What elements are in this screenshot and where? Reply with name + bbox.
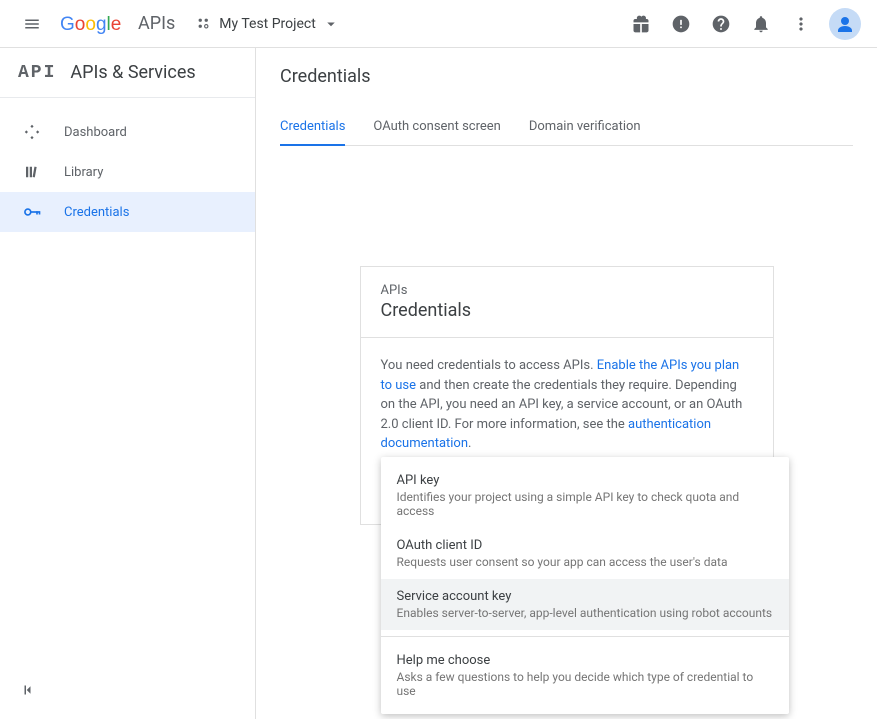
dropdown-item-desc: Identifies your project using a simple A…: [397, 490, 773, 518]
top-bar: Google APIs My Test Project: [0, 0, 877, 48]
card-text: .: [468, 436, 471, 451]
project-icon: [195, 15, 213, 33]
dropdown-item-title: Help me choose: [397, 653, 773, 668]
sidebar-item-dashboard[interactable]: Dashboard: [0, 112, 255, 152]
main-content: Credentials Credentials OAuth consent sc…: [256, 48, 877, 719]
sidebar-item-credentials[interactable]: Credentials: [0, 192, 255, 232]
library-icon: [20, 163, 44, 181]
notifications-button[interactable]: [741, 4, 781, 44]
alert-icon: [671, 14, 691, 34]
sidebar-item-label: Dashboard: [64, 125, 127, 140]
dropdown-item-desc: Enables server-to-server, app-level auth…: [397, 606, 773, 620]
tab-oauth-consent[interactable]: OAuth consent screen: [373, 109, 500, 145]
tabs: Credentials OAuth consent screen Domain …: [280, 109, 853, 146]
gift-icon: [631, 14, 651, 34]
tab-domain-verification[interactable]: Domain verification: [529, 109, 641, 145]
top-right-actions: [621, 4, 869, 44]
card-overline: APIs: [381, 283, 753, 298]
project-selector[interactable]: My Test Project: [195, 15, 340, 33]
logo[interactable]: Google APIs: [60, 12, 175, 36]
dropdown-item-desc: Asks a few questions to help you decide …: [397, 670, 773, 698]
dropdown-separator: [381, 636, 789, 637]
card-text: You need credentials to access APIs.: [381, 358, 597, 373]
more-vert-icon: [791, 14, 811, 34]
more-button[interactable]: [781, 4, 821, 44]
credentials-card: APIs Credentials You need credentials to…: [360, 266, 774, 525]
dropdown-item-title: OAuth client ID: [397, 538, 773, 553]
chevron-left-icon: [20, 681, 38, 699]
card-title: Credentials: [381, 300, 753, 321]
sidebar-item-label: Library: [64, 165, 103, 180]
dropdown-item-desc: Requests user consent so your app can ac…: [397, 555, 773, 569]
dropdown-item-service-account[interactable]: Service account key Enables server-to-se…: [381, 579, 789, 630]
svg-text:Google: Google: [60, 14, 121, 35]
help-button[interactable]: [701, 4, 741, 44]
sidebar-item-library[interactable]: Library: [0, 152, 255, 192]
sidebar-item-label: Credentials: [64, 205, 129, 220]
avatar[interactable]: [829, 8, 861, 40]
help-icon: [711, 14, 731, 34]
tab-credentials[interactable]: Credentials: [280, 109, 345, 146]
logo-suffix: APIs: [138, 13, 175, 34]
dropdown-triangle-icon: [322, 15, 340, 33]
section-logo: API: [18, 63, 56, 83]
google-logo-icon: Google: [60, 12, 134, 36]
alert-button[interactable]: [661, 4, 701, 44]
hamburger-menu[interactable]: [8, 0, 56, 48]
project-name: My Test Project: [219, 16, 316, 32]
dropdown-item-api-key[interactable]: API key Identifies your project using a …: [381, 463, 789, 528]
sidebar: API APIs & Services Dashboard Library Cr…: [0, 48, 256, 719]
dropdown-item-title: API key: [397, 473, 773, 488]
create-credentials-dropdown: API key Identifies your project using a …: [381, 457, 789, 714]
gift-button[interactable]: [621, 4, 661, 44]
section-title: APIs & Services: [70, 62, 195, 83]
sidebar-header[interactable]: API APIs & Services: [0, 48, 255, 98]
collapse-sidebar[interactable]: [20, 681, 38, 703]
dashboard-icon: [20, 123, 44, 141]
menu-icon: [23, 15, 41, 33]
person-icon: [833, 12, 857, 36]
dropdown-item-oauth-client[interactable]: OAuth client ID Requests user consent so…: [381, 528, 789, 579]
dropdown-item-title: Service account key: [397, 589, 773, 604]
page-title: Credentials: [280, 48, 853, 109]
bell-icon: [751, 14, 771, 34]
dropdown-item-help-choose[interactable]: Help me choose Asks a few questions to h…: [381, 643, 789, 708]
key-icon: [20, 202, 44, 222]
